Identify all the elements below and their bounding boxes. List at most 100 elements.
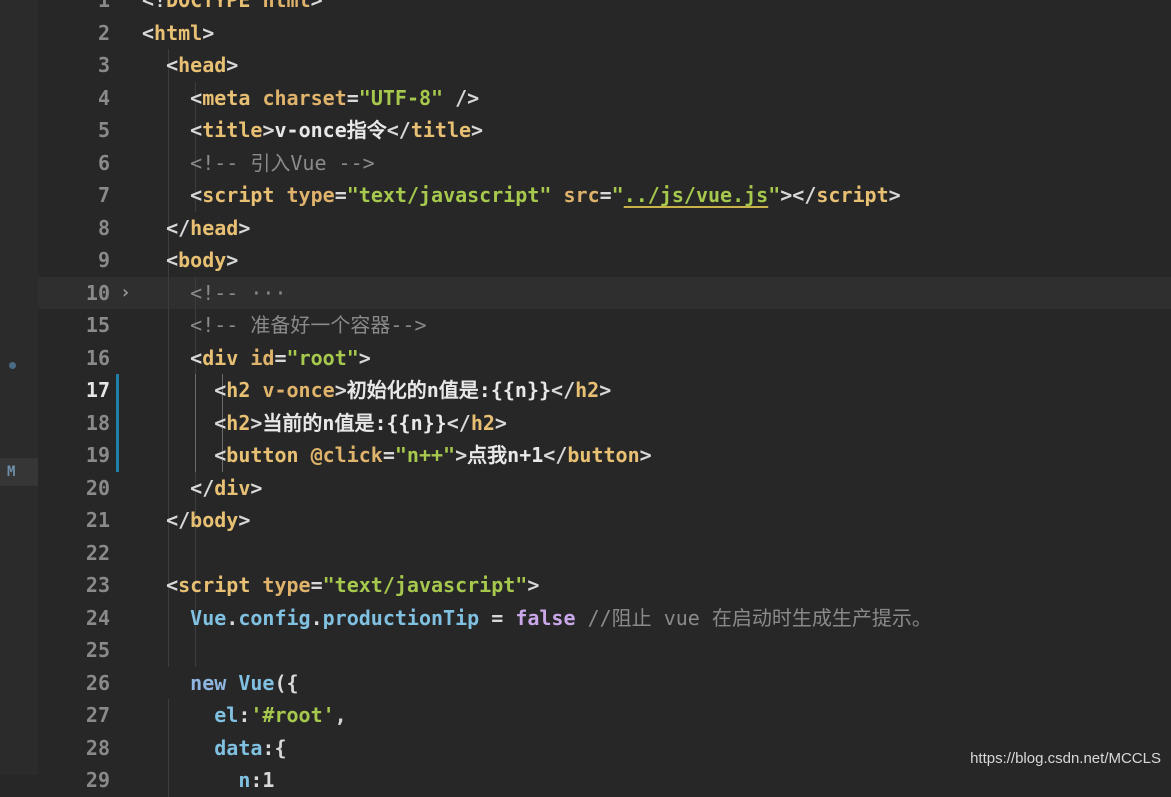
code-line[interactable]: 5 <title>v-once指令</title> [38, 114, 1171, 147]
code-token: > [238, 215, 251, 240]
code-token: </ [543, 443, 568, 467]
code-text: <html> [142, 17, 214, 50]
code-text: <head> [142, 49, 238, 82]
code-token: n [142, 768, 251, 792]
code-line[interactable]: 20 </div> [38, 471, 1171, 505]
code-line[interactable]: 17 <h2 v-once>初始化的n值是:{{n}}</h2> [38, 374, 1171, 407]
fold-chevron-icon[interactable]: › [120, 277, 131, 310]
code-token: /> [443, 85, 480, 110]
code-text: <script type="text/javascript"> [142, 569, 539, 602]
code-token: button [567, 443, 640, 467]
code-token: 初始化的n值是:{{n}} [346, 378, 552, 402]
code-token: config [238, 605, 311, 630]
code-line[interactable]: 7 <script type="text/javascript" src="..… [38, 179, 1171, 212]
code-token: 点我n+1 [467, 443, 544, 467]
code-line[interactable]: 26 new Vue({ [38, 667, 1171, 700]
code-token: head [190, 215, 239, 240]
code-text: n:1 [142, 764, 274, 797]
code-line[interactable]: 16 <div id="root"> [38, 341, 1171, 374]
code-token: "text/javascript" [346, 183, 552, 207]
code-token: h2 [575, 378, 600, 402]
code-token: "root" [286, 345, 359, 370]
code-token: > [527, 573, 540, 597]
line-number: 23 [85, 573, 110, 597]
code-text: <!-- ··· [142, 277, 287, 310]
code-token: > [310, 0, 323, 12]
code-token: > [358, 345, 371, 370]
line-number: 25 [85, 638, 110, 662]
code-token: </ [142, 475, 215, 500]
code-token: body [178, 248, 227, 272]
code-token: html [154, 20, 203, 45]
indent-guide [195, 536, 196, 569]
line-number: 15 [85, 313, 110, 337]
code-token: 当前的n值是:{{n}} [262, 410, 447, 435]
code-text: </head> [142, 212, 250, 245]
code-line[interactable]: 24 Vue.config.productionTip = false //阻止… [38, 601, 1171, 635]
code-token: > [262, 118, 275, 142]
code-token: title [410, 118, 472, 142]
code-token: = [334, 183, 347, 207]
code-line[interactable]: 9 <body> [38, 244, 1171, 277]
line-number: 24 [85, 605, 110, 630]
code-token: <! [142, 0, 167, 12]
code-token: h2 [470, 410, 495, 435]
code-line[interactable]: 10 › <!-- ··· [38, 276, 1171, 310]
code-token: < [142, 118, 203, 142]
code-editor[interactable]: 1 <!DOCTYPE html> 2 <html> 3 <head> 4 <meta c… [38, 0, 1171, 797]
code-token: <!-- 引入Vue --> [142, 150, 375, 175]
code-token: <!-- ··· [142, 280, 287, 305]
line-number: 6 [97, 150, 110, 175]
code-line[interactable]: 29 n:1 [38, 764, 1171, 797]
code-token: data [142, 735, 263, 760]
line-number: 18 [85, 410, 110, 435]
code-line[interactable]: 6 <!-- 引入Vue --> [38, 146, 1171, 179]
code-token: < [142, 248, 179, 272]
code-token: > [250, 410, 263, 435]
code-text: Vue.config.productionTip = false //阻止 vu… [142, 602, 932, 635]
code-token: > [334, 378, 347, 402]
code-line[interactable]: 19 <button @click="n++">点我n+1</button> [38, 439, 1171, 472]
code-token: head [178, 53, 227, 77]
code-line[interactable]: 21 </body> [38, 504, 1171, 537]
code-token: body [190, 508, 239, 532]
code-line[interactable]: 23 <script type="text/javascript"> [38, 569, 1171, 602]
code-token: < [142, 183, 203, 207]
code-token: Vue [142, 605, 227, 630]
code-line[interactable]: 25 [38, 634, 1171, 667]
code-text: <h2>当前的n值是:{{n}}</h2> [142, 407, 507, 440]
code-token: v-once指令 [274, 118, 387, 142]
code-token: button [226, 443, 299, 467]
code-line[interactable]: 3 <head> [38, 49, 1171, 82]
code-line[interactable]: 2 <html> [38, 17, 1171, 50]
line-number: 3 [97, 53, 110, 77]
code-token: "UTF-8" [358, 85, 444, 110]
line-number: 19 [85, 443, 110, 467]
code-token: " [768, 183, 781, 207]
code-text: </div> [142, 472, 262, 505]
code-line[interactable]: 4 <meta charset="UTF-8" /> [38, 81, 1171, 114]
code-line[interactable]: 1 <!DOCTYPE html> [38, 0, 1171, 17]
line-number: 5 [97, 118, 110, 142]
code-line[interactable]: 15 <!-- 准备好一个容器--> [38, 309, 1171, 342]
code-token: script [202, 183, 275, 207]
code-token: > [226, 248, 239, 272]
code-token: '#root' [250, 703, 335, 727]
code-token: > [599, 378, 612, 402]
code-line[interactable]: 22 [38, 536, 1171, 569]
code-text: data:{ [142, 732, 286, 765]
code-token: charset [262, 85, 347, 110]
code-line[interactable]: 18 <h2>当前的n值是:{{n}}</h2> [38, 406, 1171, 440]
code-line[interactable]: 8 </head> [38, 211, 1171, 245]
indent-guide [195, 634, 196, 667]
code-text: <!-- 准备好一个容器--> [142, 309, 426, 342]
watermark-text: https://blog.csdn.net/MCCLS [970, 750, 1161, 767]
code-line[interactable]: 27 el:'#root', [38, 699, 1171, 732]
line-number: 1 [97, 0, 110, 12]
code-token: . [310, 605, 323, 630]
